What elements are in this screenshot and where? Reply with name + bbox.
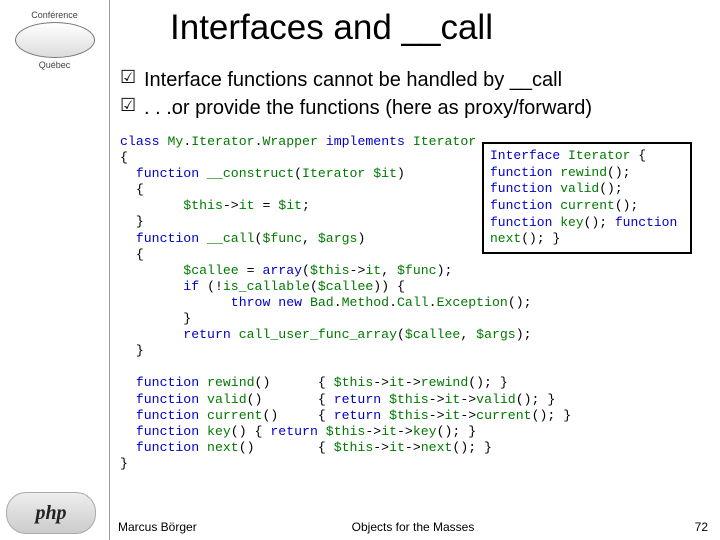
conference-label: Conférence bbox=[31, 10, 78, 20]
bullet-text: . . .or provide the functions (here as p… bbox=[144, 96, 710, 120]
slide-title: Interfaces and __call bbox=[170, 8, 493, 48]
footer-talk: Objects for the Masses bbox=[352, 520, 475, 534]
footer-author: Marcus Börger bbox=[118, 520, 197, 534]
bullet-text: Interface functions cannot be handled by… bbox=[144, 68, 710, 92]
left-sidebar: Conférence Québec php bbox=[0, 0, 110, 540]
php-logo-text: php bbox=[35, 502, 66, 525]
interface-box: Interface Iterator { function rewind(); … bbox=[482, 142, 692, 254]
footer: Marcus Börger Objects for the Masses 72 bbox=[118, 520, 708, 534]
bullet-block: ☑ Interface functions cannot be handled … bbox=[120, 68, 710, 120]
conference-sub: Québec bbox=[39, 60, 71, 70]
checkmark-icon: ☑ bbox=[120, 96, 144, 120]
footer-page: 72 bbox=[695, 520, 708, 534]
code-area: Interface Iterator { function rewind(); … bbox=[120, 134, 714, 472]
conference-logo: Conférence Québec bbox=[0, 0, 109, 80]
php-logo: php bbox=[6, 492, 96, 534]
checkmark-icon: ☑ bbox=[120, 68, 144, 92]
mascot-head-icon bbox=[15, 22, 95, 58]
